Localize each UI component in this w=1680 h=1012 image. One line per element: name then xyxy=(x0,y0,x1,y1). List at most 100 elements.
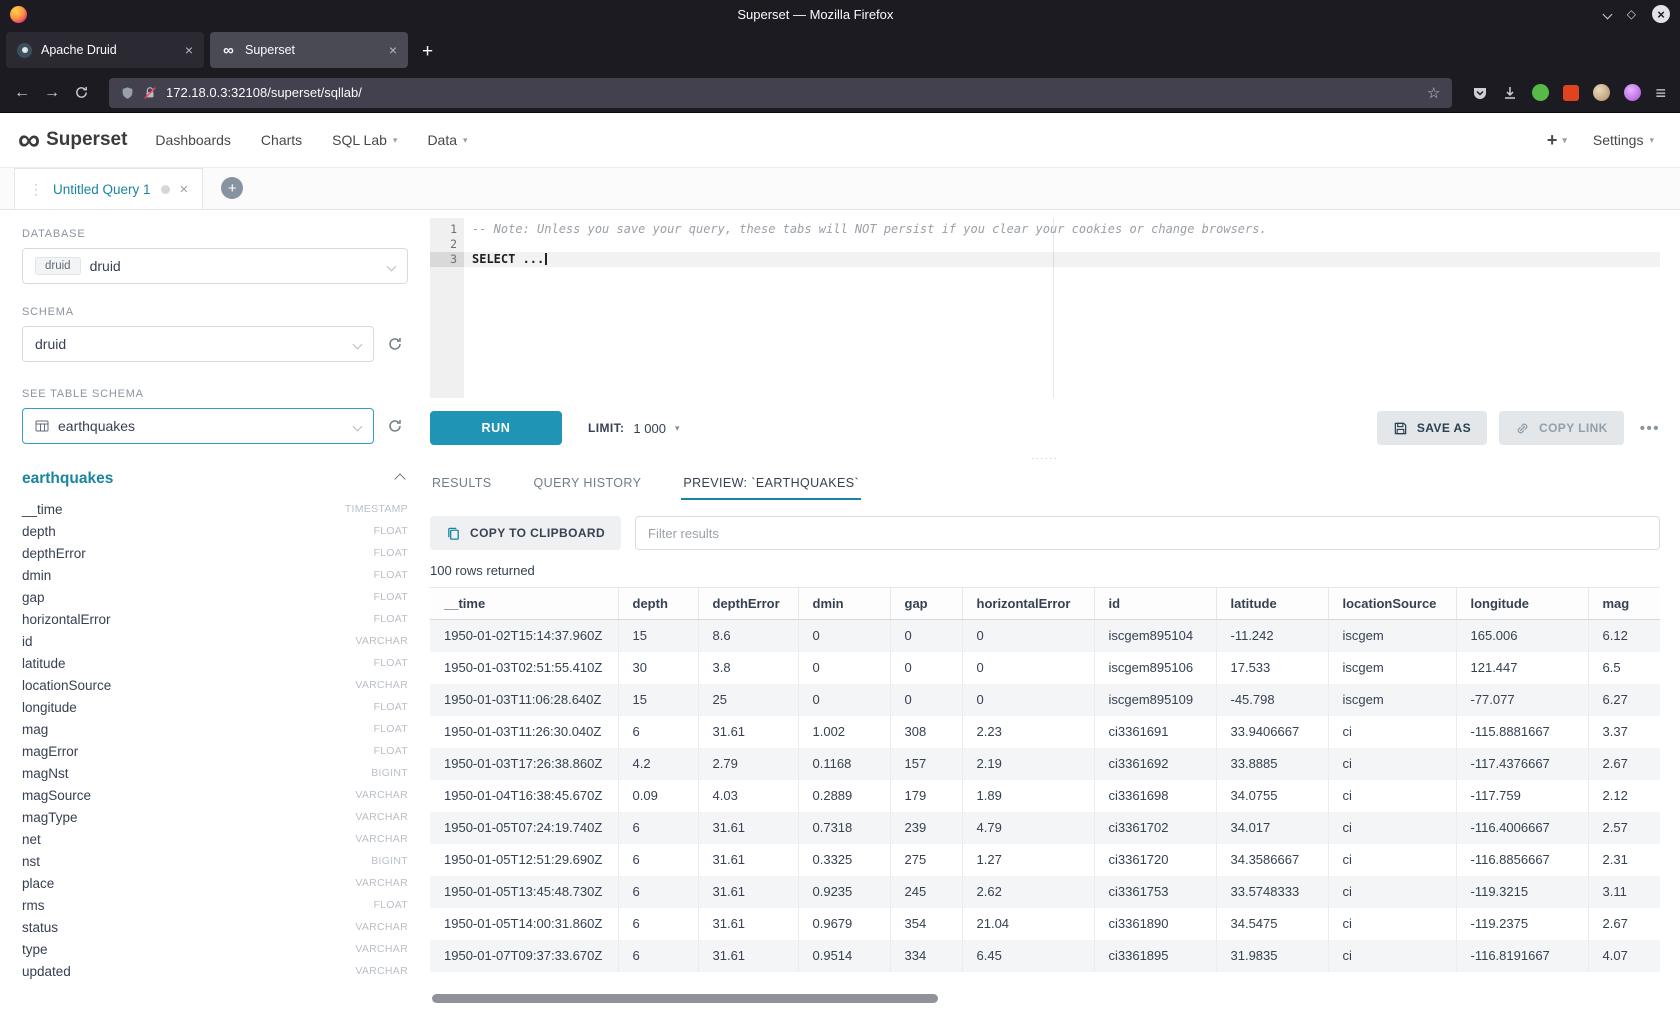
pane-resize-handle[interactable]: ∙∙∙∙∙∙ xyxy=(430,452,1660,464)
table-select[interactable]: earthquakes xyxy=(22,408,374,444)
maximize-icon[interactable]: ◇ xyxy=(1627,8,1636,20)
refresh-table-icon[interactable] xyxy=(382,418,408,434)
schema-select[interactable]: druid xyxy=(22,326,374,362)
minimize-icon[interactable] xyxy=(1602,9,1612,19)
column-row-type[interactable]: typeVARCHAR xyxy=(22,938,408,960)
table-row[interactable]: 1950-01-03T11:26:30.040Z631.611.0023082.… xyxy=(430,716,1660,748)
column-row-net[interactable]: netVARCHAR xyxy=(22,828,408,850)
column-row-mag[interactable]: magFLOAT xyxy=(22,718,408,740)
results-tab-results[interactable]: RESULTS xyxy=(430,466,494,500)
collapse-icon[interactable] xyxy=(394,473,405,484)
column-header-deptherror[interactable]: depthError xyxy=(698,588,798,620)
table-row[interactable]: 1950-01-05T13:45:48.730Z631.610.92352452… xyxy=(430,876,1660,908)
results-tab-query-history[interactable]: QUERY HISTORY xyxy=(532,466,644,500)
column-header-mag[interactable]: mag xyxy=(1588,588,1660,620)
drag-handle-icon[interactable]: ⋮ xyxy=(29,181,43,198)
refresh-schema-icon[interactable] xyxy=(382,336,408,352)
table-row[interactable]: 1950-01-05T12:51:29.690Z631.610.33252751… xyxy=(430,844,1660,876)
settings-menu[interactable]: Settings ▾ xyxy=(1593,132,1654,148)
column-row-magerror[interactable]: magErrorFLOAT xyxy=(22,740,408,762)
close-window-icon[interactable]: × xyxy=(1652,5,1670,23)
table-row[interactable]: 1950-01-02T15:14:37.960Z158.6000iscgem89… xyxy=(430,620,1660,652)
back-icon[interactable]: ← xyxy=(14,85,30,101)
table-row[interactable]: 1950-01-04T16:38:45.670Z0.094.030.288917… xyxy=(430,780,1660,812)
horizontal-scrollbar[interactable] xyxy=(430,990,1660,1006)
column-header-latitude[interactable]: latitude xyxy=(1216,588,1328,620)
nav-item-sql-lab[interactable]: SQL Lab▾ xyxy=(332,132,397,148)
table-row[interactable]: 1950-01-05T07:24:19.740Z631.610.73182394… xyxy=(430,812,1660,844)
column-row-deptherror[interactable]: depthErrorFLOAT xyxy=(22,542,408,564)
column-row-place[interactable]: placeVARCHAR xyxy=(22,872,408,894)
column-header-longitude[interactable]: longitude xyxy=(1456,588,1588,620)
table-row[interactable]: 1950-01-07T09:37:33.670Z631.610.95143346… xyxy=(430,940,1660,972)
column-header-gap[interactable]: gap xyxy=(890,588,962,620)
forward-icon[interactable]: → xyxy=(44,85,60,101)
more-options-icon[interactable]: ••• xyxy=(1640,420,1660,437)
downloads-icon[interactable] xyxy=(1502,85,1518,101)
close-tab-icon[interactable]: × xyxy=(389,42,397,58)
table-row[interactable]: 1950-01-03T11:06:28.640Z1525000iscgem895… xyxy=(430,684,1660,716)
limit-dropdown[interactable]: LIMIT: 1 000 ▾ xyxy=(588,421,679,436)
sql-editor[interactable]: 1-- Note: Unless you save your query, th… xyxy=(430,218,1660,398)
column-header-horizontalerror[interactable]: horizontalError xyxy=(962,588,1094,620)
editor-line[interactable]: 3SELECT ... xyxy=(430,252,1660,267)
extension-icon-3[interactable] xyxy=(1624,84,1641,101)
new-tab-button[interactable]: + xyxy=(422,42,433,61)
column-row-magtype[interactable]: magTypeVARCHAR xyxy=(22,806,408,828)
column-row-time[interactable]: __timeTIMESTAMP xyxy=(22,498,408,520)
column-row-gap[interactable]: gapFLOAT xyxy=(22,586,408,608)
save-to-pocket-icon[interactable] xyxy=(1472,85,1488,101)
column-row-updated[interactable]: updatedVARCHAR xyxy=(22,960,408,982)
new-query-tab-button[interactable]: + xyxy=(221,177,243,199)
reload-icon[interactable] xyxy=(74,85,89,100)
column-header-depth[interactable]: depth xyxy=(618,588,698,620)
nav-item-dashboards[interactable]: Dashboards xyxy=(155,132,231,148)
table-row[interactable]: 1950-01-03T17:26:38.860Z4.22.790.1168157… xyxy=(430,748,1660,780)
app-menu-icon[interactable]: ≡ xyxy=(1655,84,1666,102)
results-tab-preview-earthquakes[interactable]: PREVIEW: `EARTHQUAKES` xyxy=(681,466,861,500)
run-button[interactable]: RUN xyxy=(430,411,562,445)
extension-icon-ublock[interactable] xyxy=(1563,85,1579,101)
column-row-depth[interactable]: depthFLOAT xyxy=(22,520,408,542)
superset-logo[interactable]: ∞ Superset xyxy=(18,128,127,153)
insecure-lock-icon[interactable] xyxy=(143,86,157,100)
column-row-magsource[interactable]: magSourceVARCHAR xyxy=(22,784,408,806)
column-row-horizontalerror[interactable]: horizontalErrorFLOAT xyxy=(22,608,408,630)
tracking-shield-icon[interactable] xyxy=(121,86,134,100)
column-row-status[interactable]: statusVARCHAR xyxy=(22,916,408,938)
save-as-button[interactable]: SAVE AS xyxy=(1377,411,1487,445)
column-header-id[interactable]: id xyxy=(1094,588,1216,620)
query-tab-untitled-query-1[interactable]: ⋮ Untitled Query 1 × xyxy=(14,168,203,209)
extension-icon-1[interactable] xyxy=(1532,84,1549,101)
column-row-magnst[interactable]: magNstBIGINT xyxy=(22,762,408,784)
table-row[interactable]: 1950-01-05T14:00:31.860Z631.610.96793542… xyxy=(430,908,1660,940)
column-row-latitude[interactable]: latitudeFLOAT xyxy=(22,652,408,674)
scrollbar-thumb[interactable] xyxy=(432,994,938,1003)
column-row-nst[interactable]: nstBIGINT xyxy=(22,850,408,872)
url-bar[interactable]: 172.18.0.3:32108/superset/sqllab/ ☆ xyxy=(109,78,1452,108)
filter-results-input[interactable] xyxy=(635,516,1660,550)
nav-item-data[interactable]: Data▾ xyxy=(427,132,467,148)
copy-link-button[interactable]: COPY LINK xyxy=(1499,411,1624,445)
new-item-button[interactable]: + ▾ xyxy=(1547,130,1567,151)
column-header-time[interactable]: __time xyxy=(430,588,618,620)
table-row[interactable]: 1950-01-03T02:51:55.410Z303.8000iscgem89… xyxy=(430,652,1660,684)
database-select[interactable]: druid druid xyxy=(22,248,408,284)
url-text[interactable]: 172.18.0.3:32108/superset/sqllab/ xyxy=(166,85,1418,100)
editor-line[interactable]: 2 xyxy=(430,237,1660,252)
column-header-dmin[interactable]: dmin xyxy=(798,588,890,620)
close-tab-icon[interactable]: × xyxy=(185,42,193,58)
column-row-dmin[interactable]: dminFLOAT xyxy=(22,564,408,586)
column-row-longitude[interactable]: longitudeFLOAT xyxy=(22,696,408,718)
copy-to-clipboard-button[interactable]: COPY TO CLIPBOARD xyxy=(430,516,621,550)
bookmark-star-icon[interactable]: ☆ xyxy=(1427,84,1440,102)
browser-tab-superset[interactable]: ∞ Superset × xyxy=(210,32,408,68)
column-header-locationsource[interactable]: locationSource xyxy=(1328,588,1456,620)
extension-icon-2[interactable] xyxy=(1593,84,1610,101)
column-row-locationsource[interactable]: locationSourceVARCHAR xyxy=(22,674,408,696)
editor-line[interactable]: 1-- Note: Unless you save your query, th… xyxy=(430,222,1660,237)
browser-tab-apache-druid[interactable]: Apache Druid × xyxy=(6,32,204,68)
column-row-id[interactable]: idVARCHAR xyxy=(22,630,408,652)
column-row-rms[interactable]: rmsFLOAT xyxy=(22,894,408,916)
nav-item-charts[interactable]: Charts xyxy=(261,132,302,148)
